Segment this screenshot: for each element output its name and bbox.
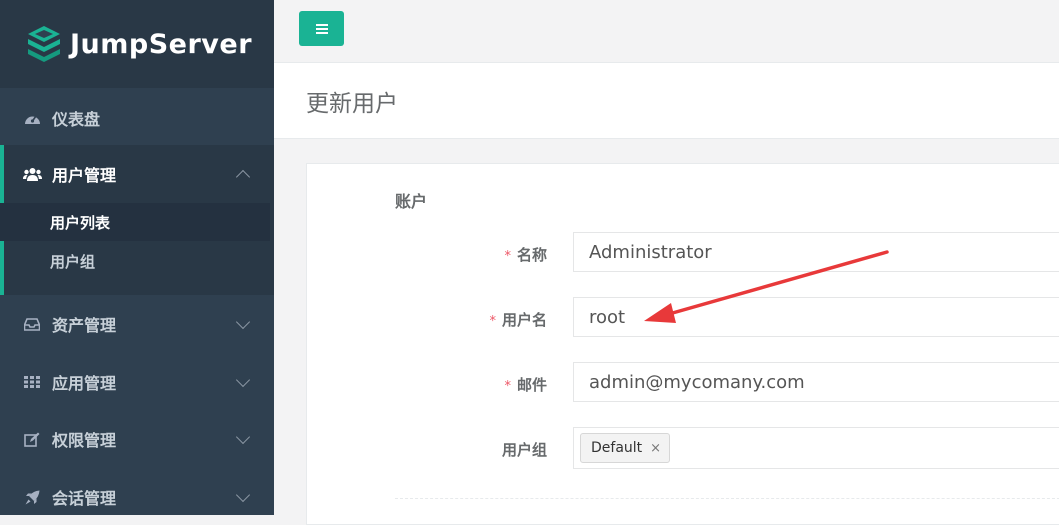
required-marker: * [504, 249, 511, 264]
sidebar-item-label: 仪表盘 [52, 110, 101, 129]
username-label: * 用户名 [489, 311, 547, 329]
sidebar-item-label: 用户管理 [52, 166, 117, 185]
sidebar-toggle-button[interactable] [299, 11, 344, 46]
name-label: * 名称 [504, 246, 547, 264]
email-field[interactable]: admin@mycomany.com [573, 362, 1059, 402]
inbox-icon [22, 314, 42, 334]
sidebar: JumpServer 仪表盘 用户管理 用户列表 用户组 资产管理 应用管理 权… [0, 0, 274, 515]
brand-name: JumpServer [70, 28, 253, 60]
page-title: 更新用户 [306, 91, 398, 117]
grid-icon [22, 372, 42, 392]
brand[interactable]: JumpServer [0, 0, 274, 88]
sidebar-item-dashboard[interactable]: 仪表盘 [0, 98, 274, 138]
username-field[interactable]: root [573, 297, 1059, 337]
users-icon [22, 164, 42, 184]
dashboard-icon [22, 108, 42, 128]
sidebar-item-label: 资产管理 [52, 316, 117, 335]
sidebar-subitem-user-list[interactable]: 用户列表 [0, 203, 270, 241]
sidebar-item-assets[interactable]: 资产管理 [0, 304, 274, 344]
form-card: 账户 * 名称 Administrator * 用户名 root * 邮件 admin… [306, 163, 1059, 525]
rocket-icon [22, 487, 42, 507]
sidebar-subitem-label: 用户列表 [50, 213, 111, 232]
name-field[interactable]: Administrator [573, 232, 1059, 272]
group-tag: Default × [580, 433, 671, 463]
edit-icon [22, 429, 42, 449]
jumpserver-logo-icon [28, 26, 60, 62]
email-label: * 邮件 [504, 376, 547, 394]
sidebar-subitem-label: 用户组 [50, 252, 96, 271]
section-title-account: 账户 [395, 192, 428, 211]
chevron-down-icon [235, 487, 251, 503]
divider [395, 498, 1059, 499]
sidebar-item-label: 权限管理 [52, 431, 117, 450]
remove-tag-icon[interactable]: × [650, 441, 661, 456]
hamburger-icon [315, 23, 328, 26]
chevron-down-icon [235, 429, 251, 445]
sidebar-item-users[interactable]: 用户管理 [0, 154, 274, 194]
sidebar-subitem-user-groups[interactable]: 用户组 [0, 242, 270, 280]
top-navbar [274, 0, 1059, 63]
sidebar-item-label: 会话管理 [52, 489, 117, 508]
chevron-up-icon [235, 169, 251, 185]
sidebar-item-label: 应用管理 [52, 374, 117, 393]
sidebar-item-applications[interactable]: 应用管理 [0, 362, 274, 402]
page-heading: 更新用户 [274, 63, 1059, 139]
user-groups-label: 用户组 [501, 441, 547, 459]
required-marker: * [489, 314, 496, 329]
chevron-down-icon [235, 314, 251, 330]
sidebar-item-permissions[interactable]: 权限管理 [0, 419, 274, 459]
user-groups-select[interactable]: Default × [573, 427, 1059, 469]
sidebar-item-sessions[interactable]: 会话管理 [0, 477, 274, 517]
chevron-down-icon [235, 372, 251, 388]
required-marker: * [504, 379, 511, 394]
